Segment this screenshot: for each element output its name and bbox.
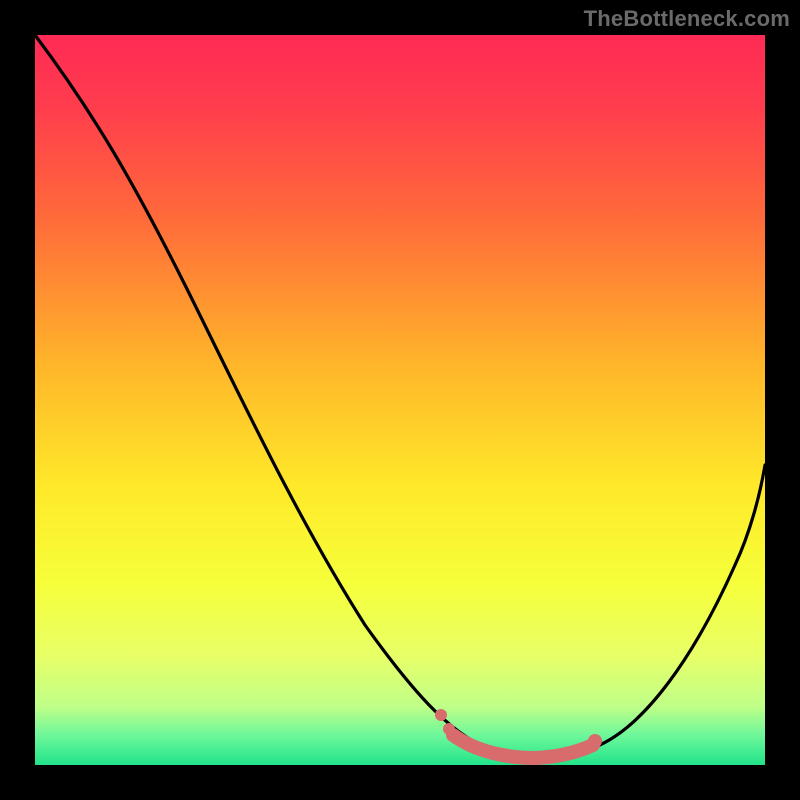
optimal-zone-dot bbox=[435, 709, 447, 721]
optimal-zone-dot bbox=[588, 734, 602, 748]
optimal-zone-path bbox=[453, 735, 593, 758]
chart-plot-area bbox=[35, 35, 765, 765]
bottleneck-curve-path bbox=[35, 35, 765, 757]
optimal-zone-dot bbox=[443, 723, 455, 735]
watermark: TheBottleneck.com bbox=[584, 6, 790, 32]
bottleneck-curve-svg bbox=[35, 35, 765, 765]
